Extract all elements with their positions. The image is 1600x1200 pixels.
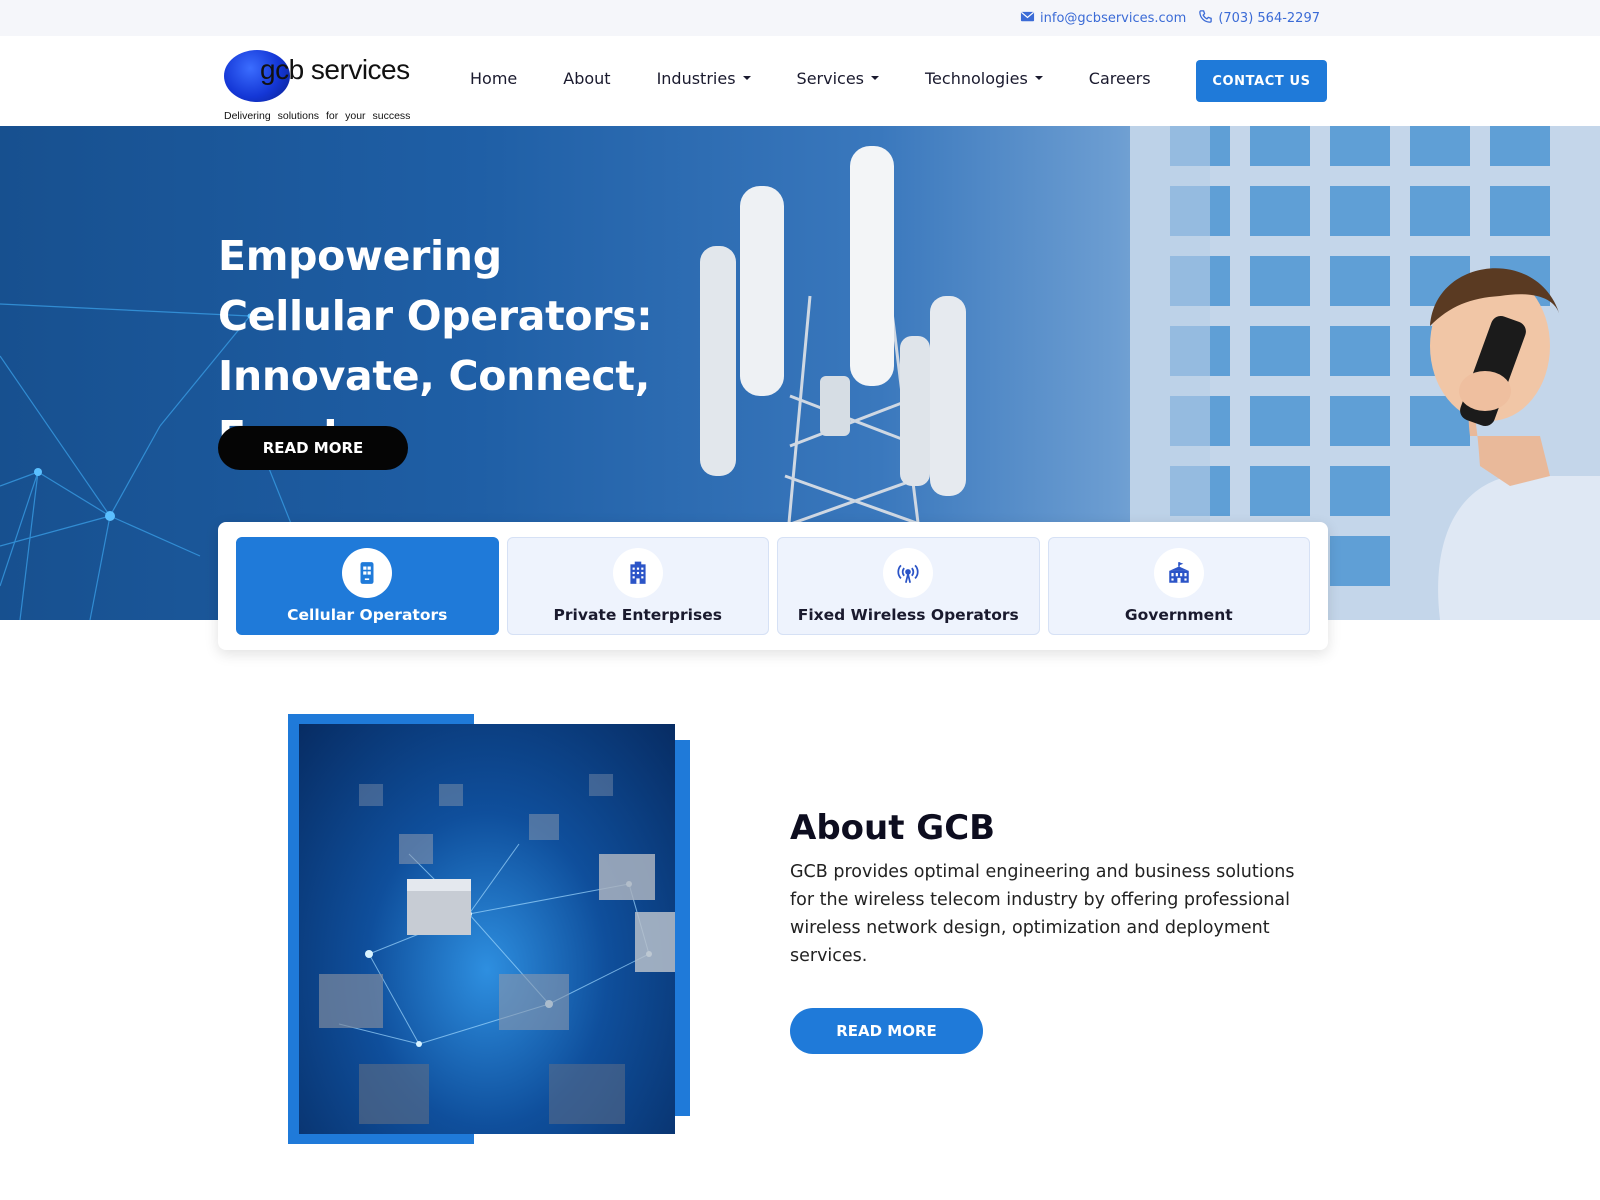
industry-card-label: Cellular Operators [287, 606, 448, 624]
industry-card-government[interactable]: Government [1047, 537, 1310, 635]
logo-tagline: Delivering solutions for your success [224, 110, 411, 122]
industry-card-label: Government [1124, 606, 1233, 624]
industry-cards: Cellular Operators Private Enterprises F… [218, 522, 1328, 650]
site-logo[interactable]: gcb services Delivering solutions for yo… [224, 48, 424, 122]
nav-industries-label: Industries [656, 68, 736, 88]
about-image-frame [288, 714, 690, 1144]
nav-about[interactable]: About [563, 69, 610, 88]
network-servers-image [299, 724, 675, 1134]
contact-info: info@gcbservices.com (703) 564-2297 [1020, 9, 1320, 28]
industry-card-label: Private Enterprises [553, 606, 722, 624]
nav-careers[interactable]: Careers [1089, 69, 1151, 88]
nav-services[interactable]: Services [797, 69, 879, 88]
caret-down-icon [871, 76, 879, 80]
about-read-more-button[interactable]: READ MORE [790, 1008, 983, 1054]
caret-down-icon [1034, 76, 1043, 80]
email-text[interactable]: info@gcbservices.com [1040, 11, 1186, 26]
mobile-phone-icon [342, 548, 393, 598]
industry-card-cellular-operators[interactable]: Cellular Operators [236, 537, 499, 635]
hero-read-more-button[interactable]: READ MORE [218, 426, 408, 470]
site-header: gcb services Delivering solutions for yo… [0, 36, 1600, 126]
industry-card-fixed-wireless-operators[interactable]: Fixed Wireless Operators [777, 537, 1040, 635]
caret-down-icon [742, 76, 751, 80]
nav-services-label: Services [796, 68, 864, 88]
about-description: GCB provides optimal engineering and bus… [790, 862, 1295, 966]
nav-industries[interactable]: Industries [657, 69, 751, 88]
industry-card-label: Fixed Wireless Operators [797, 606, 1019, 624]
phone-link[interactable]: (703) 564-2297 [1198, 9, 1320, 28]
nav-about-label: About [563, 68, 611, 88]
phone-text[interactable]: (703) 564-2297 [1218, 11, 1320, 26]
wireless-tower-icon [883, 548, 934, 598]
contact-us-button[interactable]: CONTACT US [1196, 60, 1327, 102]
office-building-icon [612, 548, 663, 598]
nav-home[interactable]: Home [470, 69, 517, 88]
email-link[interactable]: info@gcbservices.com [1020, 9, 1186, 28]
person-on-phone-graphic [1430, 268, 1600, 620]
nav-technologies-label: Technologies [925, 68, 1028, 88]
main-nav: Home About Industries Services Technolog… [470, 66, 1197, 90]
phone-icon [1198, 9, 1213, 28]
nav-careers-label: Careers [1088, 68, 1151, 88]
about-title: About GCB [790, 808, 996, 848]
nav-home-label: Home [470, 68, 518, 88]
logo-text: gcb services [260, 54, 410, 85]
nav-technologies[interactable]: Technologies [925, 69, 1043, 88]
government-building-icon [1153, 548, 1204, 598]
top-contact-bar: info@gcbservices.com (703) 564-2297 [0, 0, 1600, 36]
industry-card-private-enterprises[interactable]: Private Enterprises [506, 537, 769, 635]
mail-icon [1020, 9, 1035, 28]
